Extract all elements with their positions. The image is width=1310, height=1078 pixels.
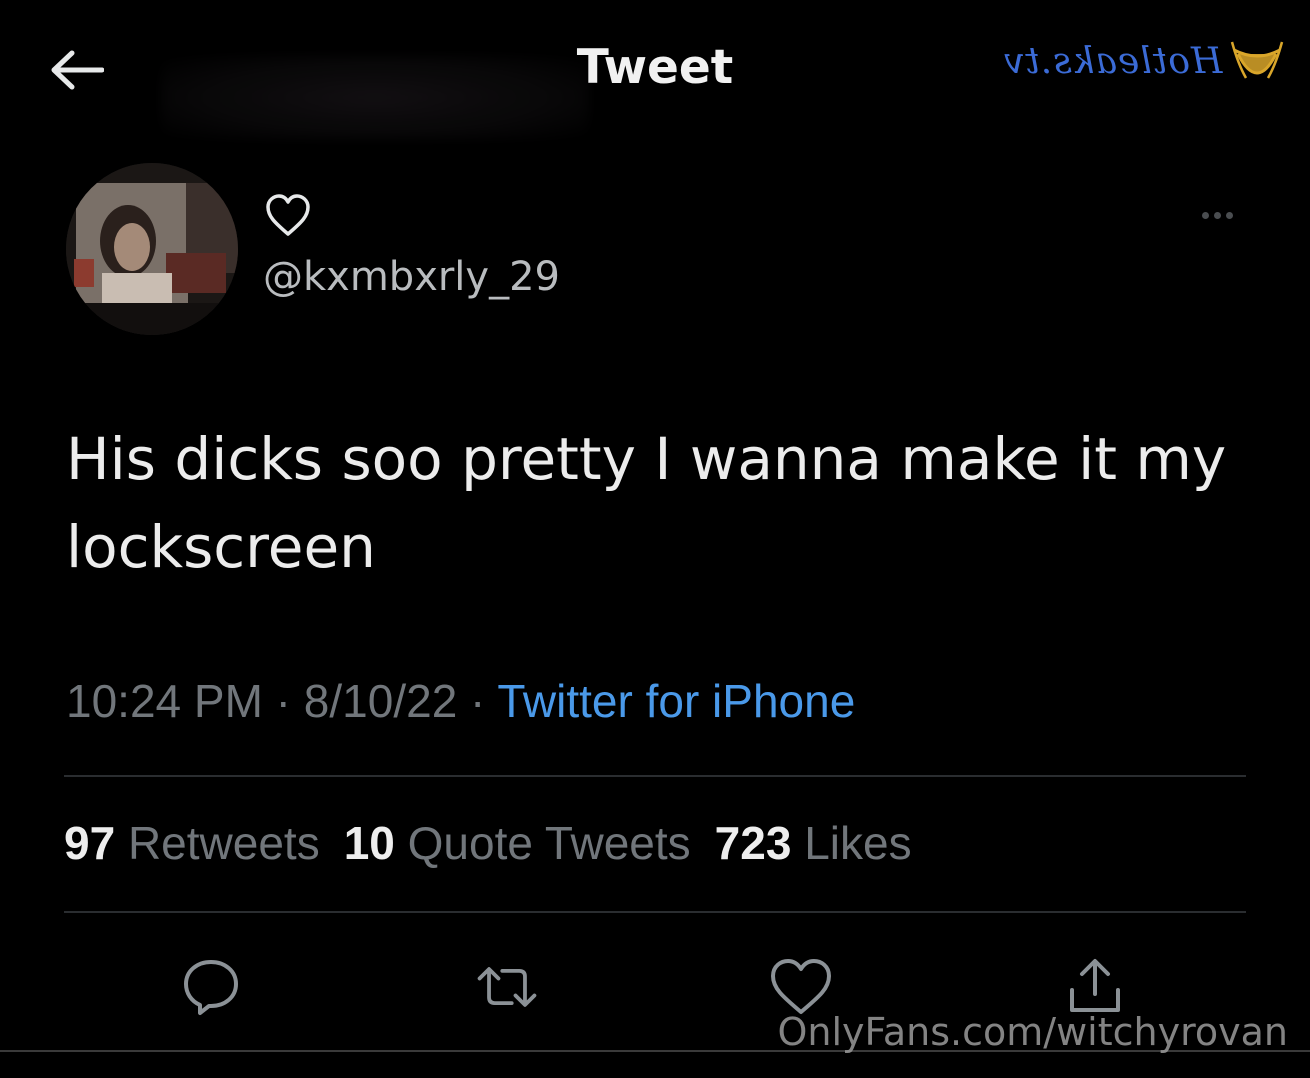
watermark-text: Hotleaks.tv xyxy=(1002,40,1222,82)
retweets-stat[interactable]: 97 Retweets xyxy=(64,817,320,869)
like-icon xyxy=(771,959,831,1014)
tweet-stats: 97 Retweets 10 Quote Tweets 723 Likes xyxy=(64,816,912,870)
retweet-button[interactable] xyxy=(472,952,542,1022)
tweet-source-link[interactable]: Twitter for iPhone xyxy=(497,675,855,727)
author-handle[interactable]: @kxmbxrly_29 xyxy=(263,254,560,300)
quotes-label: Quote Tweets xyxy=(407,817,691,869)
more-dot xyxy=(1225,211,1233,219)
tweet-meta: 10:24 PM · 8/10/22 · Twitter for iPhone xyxy=(66,674,855,728)
more-dot xyxy=(1213,211,1221,219)
likes-count: 723 xyxy=(714,817,792,869)
meta-separator: · xyxy=(457,675,498,727)
likes-label: Likes xyxy=(804,817,912,869)
avatar-photo xyxy=(66,163,238,335)
tweet-date[interactable]: 8/10/22 xyxy=(304,675,457,727)
more-options-button[interactable] xyxy=(1192,200,1242,230)
meta-separator: · xyxy=(262,675,304,727)
watermark-logo: Hotleaks.tv xyxy=(1003,26,1286,96)
avatar[interactable] xyxy=(66,163,238,335)
retweets-label: Retweets xyxy=(127,817,320,869)
more-dot xyxy=(1201,211,1209,219)
blurred-area xyxy=(160,55,590,140)
verified-heart-icon xyxy=(264,192,312,240)
divider xyxy=(64,775,1246,777)
retweet-icon xyxy=(477,967,537,1007)
tweet-text: His dicks soo pretty I wanna make it my … xyxy=(66,425,1227,581)
logo-icon xyxy=(1230,41,1284,79)
divider xyxy=(64,911,1246,913)
quotes-stat[interactable]: 10 Quote Tweets xyxy=(344,817,691,869)
quotes-count: 10 xyxy=(343,817,395,869)
reply-button[interactable] xyxy=(176,952,246,1022)
tweet-time[interactable]: 10:24 PM xyxy=(66,675,263,727)
back-button[interactable] xyxy=(44,42,108,98)
likes-stat[interactable]: 723 Likes xyxy=(715,817,912,869)
watermark-text: OnlyFans.com/witchyrovan xyxy=(777,1010,1288,1054)
reply-icon xyxy=(184,960,238,1015)
arrow-left-icon xyxy=(51,50,104,90)
retweets-count: 97 xyxy=(64,817,116,869)
